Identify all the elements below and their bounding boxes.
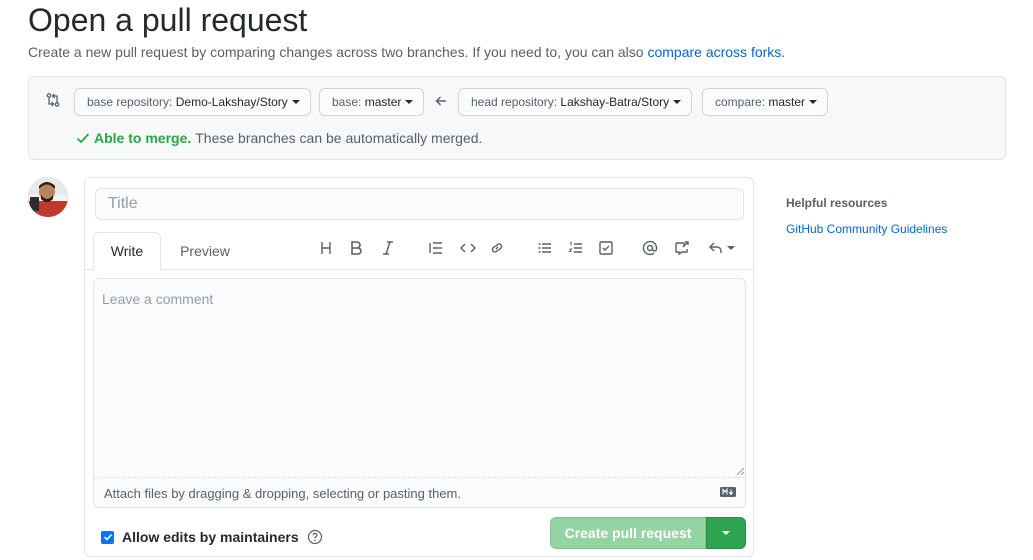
compare-branch-label: compare: xyxy=(715,95,766,109)
checkmark-icon xyxy=(103,533,112,541)
reply-icon[interactable] xyxy=(706,238,736,258)
heading-icon[interactable] xyxy=(316,238,336,258)
caret-down-icon xyxy=(673,100,682,104)
allow-edits-label: Allow edits by maintainers xyxy=(122,529,299,545)
attach-files-text: Attach files by dragging & dropping, sel… xyxy=(104,486,461,501)
avatar-image xyxy=(28,177,68,217)
markdown-icon[interactable] xyxy=(720,487,736,497)
numbered-list-icon[interactable] xyxy=(566,238,586,258)
caret-down-icon xyxy=(722,531,730,535)
page-subtitle: Create a new pull request by comparing c… xyxy=(28,43,785,61)
compare-branch-select[interactable]: compare: master xyxy=(702,88,829,116)
tab-write[interactable]: Write xyxy=(93,232,161,270)
resize-handle-icon[interactable] xyxy=(735,466,745,476)
caret-down-icon xyxy=(405,100,414,104)
pull-request-form: Write Preview Attach files by dragg xyxy=(84,177,754,557)
checkbox-checked[interactable] xyxy=(101,530,114,544)
caret-down-icon xyxy=(809,100,818,104)
code-icon[interactable] xyxy=(458,238,478,258)
link-icon[interactable] xyxy=(487,238,507,258)
title-input[interactable] xyxy=(95,188,744,220)
caret-down-icon xyxy=(726,246,735,250)
subtitle-text: Create a new pull request by comparing c… xyxy=(28,44,644,60)
italic-icon[interactable] xyxy=(378,238,398,258)
merge-status-strong: Able to merge. xyxy=(94,130,192,146)
task-list-icon[interactable] xyxy=(596,238,616,258)
avatar[interactable] xyxy=(28,177,68,217)
compare-branch-value: master xyxy=(768,95,806,109)
mention-icon[interactable] xyxy=(640,238,660,258)
quote-icon[interactable] xyxy=(426,238,446,258)
base-branch-select[interactable]: base: master xyxy=(319,88,425,116)
compare-range-box: base repository: Demo-Lakshay/Story base… xyxy=(28,76,1006,160)
head-repository-label: head repository: xyxy=(471,95,558,109)
base-branch-value: master xyxy=(364,95,402,109)
attach-files-bar[interactable]: Attach files by dragging & dropping, sel… xyxy=(93,478,746,508)
bold-icon[interactable] xyxy=(346,238,366,258)
head-repository-select[interactable]: head repository: Lakshay-Batra/Story xyxy=(458,88,693,116)
git-compare-icon xyxy=(46,93,60,107)
merge-status: Able to merge. These branches can be aut… xyxy=(75,130,482,146)
allow-edits-checkbox[interactable]: Allow edits by maintainers xyxy=(101,529,323,545)
helpful-resources-heading: Helpful resources xyxy=(786,196,888,210)
caret-down-icon xyxy=(291,100,300,104)
tabs-divider xyxy=(85,269,753,270)
base-branch-label: base: xyxy=(332,95,362,109)
question-icon[interactable] xyxy=(307,529,323,545)
comment-textarea[interactable] xyxy=(93,278,746,478)
create-pull-request-button[interactable]: Create pull request xyxy=(550,517,706,549)
merge-status-text: These branches can be automatically merg… xyxy=(195,130,483,146)
community-guidelines-link[interactable]: GitHub Community Guidelines xyxy=(786,222,947,236)
create-pull-request-dropdown[interactable] xyxy=(706,517,746,549)
check-icon xyxy=(76,133,90,144)
bulleted-list-icon[interactable] xyxy=(535,238,555,258)
compare-across-forks-link[interactable]: compare across forks. xyxy=(647,44,785,60)
cross-reference-icon[interactable] xyxy=(672,238,692,258)
base-repository-select[interactable]: base repository: Demo-Lakshay/Story xyxy=(74,88,311,116)
base-repository-label: base repository: xyxy=(87,95,173,109)
tab-preview[interactable]: Preview xyxy=(173,232,237,270)
head-repository-value: Lakshay-Batra/Story xyxy=(560,95,670,109)
arrow-left-icon xyxy=(435,96,446,106)
page-title: Open a pull request xyxy=(28,2,308,38)
base-repository-value: Demo-Lakshay/Story xyxy=(175,95,288,109)
